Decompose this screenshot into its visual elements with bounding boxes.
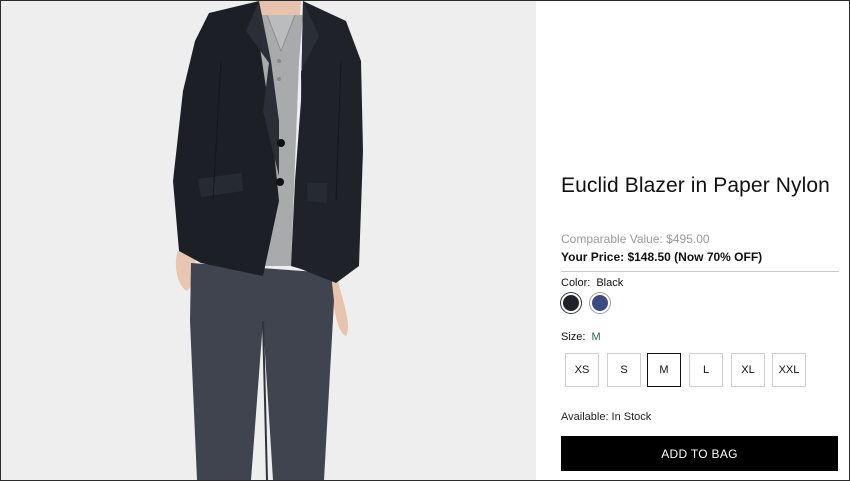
size-option-s[interactable]: S	[607, 353, 641, 387]
your-price: Your Price: $148.50 (Now 70% OFF)	[561, 250, 763, 264]
color-selected-value: Black	[596, 277, 624, 289]
size-option-xs[interactable]: XS	[565, 353, 599, 387]
size-selected-value: M	[591, 331, 601, 343]
product-title: Euclid Blazer in Paper Nylon	[561, 174, 830, 197]
product-page: Euclid Blazer in Paper Nylon Comparable …	[0, 0, 850, 481]
product-image	[1, 1, 536, 480]
color-label: Color:	[561, 277, 591, 289]
divider	[561, 271, 839, 272]
color-swatch-black[interactable]	[561, 293, 581, 313]
comparable-value: Comparable Value: $495.00	[561, 232, 710, 246]
size-option-xxl[interactable]: XXL	[772, 353, 806, 387]
size-option-l[interactable]: L	[689, 353, 723, 387]
size-label: Size:	[561, 331, 586, 343]
model-illustration	[173, 1, 363, 480]
color-selector-label: Color: Black	[561, 277, 623, 289]
product-details: Euclid Blazer in Paper Nylon Comparable …	[561, 1, 839, 480]
availability-status: Available: In Stock	[561, 411, 652, 423]
size-option-m[interactable]: M	[647, 353, 681, 387]
color-swatch-navy[interactable]	[590, 293, 610, 313]
size-selector-label: Size: M	[561, 331, 601, 343]
size-option-xl[interactable]: XL	[731, 353, 765, 387]
add-to-bag-button[interactable]: ADD TO BAG	[561, 436, 838, 471]
